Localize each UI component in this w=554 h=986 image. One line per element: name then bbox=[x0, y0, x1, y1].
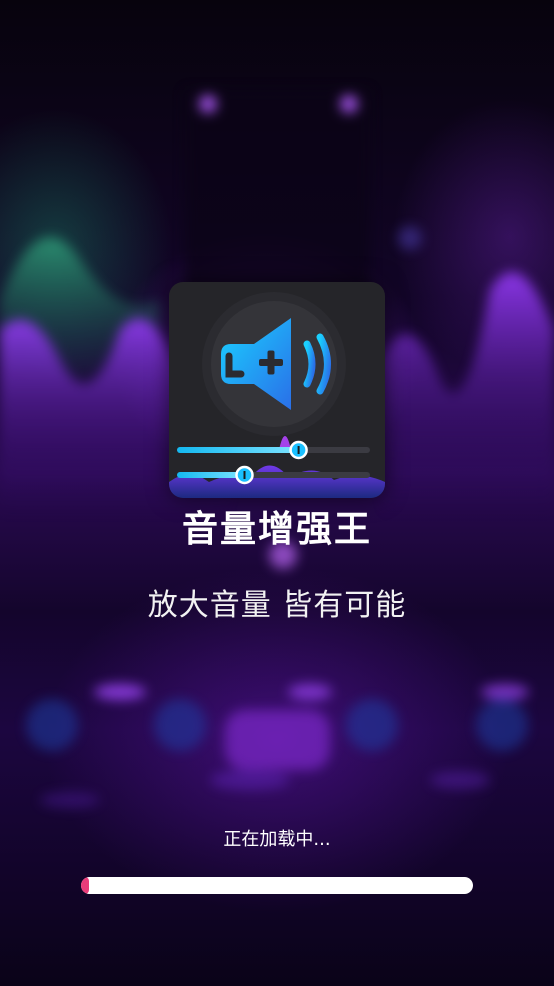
splash-screen: 音量增强王 放大音量 皆有可能 正在加载中... bbox=[0, 0, 554, 986]
app-title: 音量增强王 bbox=[181, 509, 372, 550]
app-logo bbox=[169, 282, 385, 498]
loading-progress-bar bbox=[81, 877, 473, 894]
volume-slider-1 bbox=[177, 440, 370, 460]
loading-status-text: 正在加载中... bbox=[223, 829, 331, 850]
app-slogan: 放大音量 皆有可能 bbox=[147, 588, 407, 623]
